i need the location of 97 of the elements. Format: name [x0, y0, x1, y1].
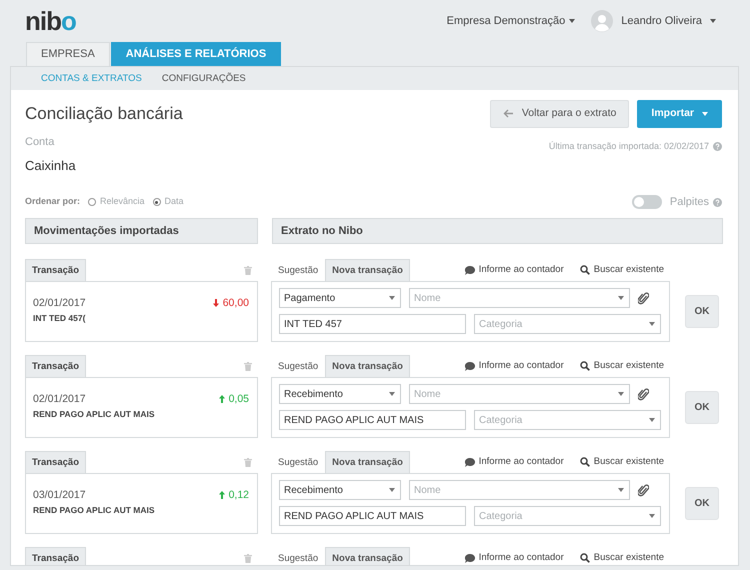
form-tab[interactable]: Nova transação	[325, 259, 410, 282]
toggle-switch[interactable]	[632, 195, 662, 209]
transaction-description: REND PAGO APLIC AUT MAIS	[33, 504, 156, 517]
last-import-text: Última transação importada: 02/02/2017	[548, 140, 709, 153]
account-name: Caixinha	[25, 157, 76, 176]
transaction-date: 02/01/2017	[33, 392, 86, 408]
category-select[interactable]: Categoria	[474, 314, 661, 334]
radio-button[interactable]	[152, 198, 161, 206]
column-header: Movimentações importadas	[25, 218, 258, 244]
radio-label: Data	[164, 195, 184, 208]
category-select[interactable]: Categoria	[474, 410, 661, 430]
transaction-tab[interactable]: Transação	[25, 451, 86, 474]
arrow-left-icon	[502, 109, 514, 118]
transaction-tab[interactable]: Transação	[25, 355, 86, 378]
arrow-up-icon	[218, 491, 225, 500]
search-existing-link[interactable]: Buscar existente	[580, 455, 664, 470]
dropdown-caret-icon	[649, 418, 655, 422]
name-select[interactable]: Nome	[409, 288, 630, 308]
radio-label: Relevância	[100, 195, 145, 208]
transaction-date: 03/01/2017	[33, 488, 86, 504]
dropdown-caret-icon	[389, 392, 395, 396]
form-tab[interactable]: Nova transação	[325, 547, 410, 565]
search-icon	[580, 265, 590, 276]
ok-button[interactable]: OK	[685, 487, 719, 520]
inform-accountant-link[interactable]: Informe ao contador	[464, 359, 564, 374]
dropdown-caret-icon	[618, 488, 624, 492]
speech-bubble-icon	[464, 266, 475, 275]
form-tab[interactable]: Sugestão	[271, 259, 326, 282]
paperclip-icon[interactable]	[638, 483, 649, 498]
name-select[interactable]: Nome	[409, 480, 630, 500]
search-existing-link[interactable]: Buscar existente	[580, 263, 664, 278]
transaction-amount: 0,12	[218, 488, 249, 504]
caret-icon	[710, 19, 716, 23]
dropdown-caret-icon	[618, 392, 624, 396]
nav-tab[interactable]: EMPRESA	[26, 42, 110, 66]
transaction-tab[interactable]: Transação	[25, 259, 86, 282]
arrow-down-icon	[212, 299, 219, 308]
description-field[interactable]: REND PAGO APLIC AUT MAIS	[279, 410, 466, 430]
avatar-icon	[591, 10, 614, 32]
form-tab[interactable]: Sugestão	[271, 355, 326, 378]
form-tab[interactable]: Nova transação	[325, 451, 410, 474]
column-header: Extrato no Nibo	[272, 218, 723, 244]
transaction-description: REND PAGO APLIC AUT MAIS	[33, 408, 156, 421]
trash-icon[interactable]	[244, 458, 252, 468]
logo: nibo	[25, 8, 76, 34]
trash-icon[interactable]	[244, 266, 252, 276]
subnav-link[interactable]: CONFIGURAÇÕES	[162, 67, 246, 90]
form-tab[interactable]: Nova transação	[325, 355, 410, 378]
description-field[interactable]: INT TED 457	[279, 314, 466, 334]
toggle-label: Palpites	[670, 194, 709, 210]
transaction-description: INT TED 457(	[33, 312, 86, 325]
dropdown-caret-icon	[389, 488, 395, 492]
radio-button[interactable]	[88, 198, 96, 206]
category-select[interactable]: Categoria	[474, 506, 661, 526]
type-select[interactable]: Recebimento	[279, 480, 401, 500]
search-icon	[580, 361, 590, 372]
user-menu[interactable]: Leandro Oliveira	[591, 10, 716, 32]
dropdown-caret-icon	[649, 514, 655, 518]
dropdown-caret-icon	[618, 296, 624, 300]
page-title: Conciliação bancária	[25, 103, 183, 126]
ok-button[interactable]: OK	[685, 391, 719, 424]
ok-button[interactable]: OK	[685, 295, 719, 328]
arrow-up-icon	[218, 395, 225, 404]
inform-accountant-link[interactable]: Informe ao contador	[464, 551, 564, 565]
speech-bubble-icon	[464, 458, 475, 467]
dropdown-caret-icon	[649, 322, 655, 326]
form-tab[interactable]: Sugestão	[271, 547, 326, 565]
paperclip-icon[interactable]	[638, 387, 649, 402]
type-select[interactable]: Pagamento	[279, 288, 401, 308]
transaction-tab[interactable]: Transação	[25, 547, 86, 565]
account-label: Conta	[25, 134, 56, 150]
paperclip-icon[interactable]	[638, 291, 649, 306]
name-select[interactable]: Nome	[409, 384, 630, 404]
transaction-date: 02/01/2017	[33, 296, 86, 312]
search-existing-link[interactable]: Buscar existente	[580, 359, 664, 374]
back-button[interactable]: Voltar para o extrato	[490, 100, 630, 128]
form-tab[interactable]: Sugestão	[271, 451, 326, 474]
search-icon	[580, 553, 590, 564]
inform-accountant-link[interactable]: Informe ao contador	[464, 455, 564, 470]
transaction-amount: 60,00	[212, 296, 249, 312]
trash-icon[interactable]	[244, 554, 252, 564]
type-select[interactable]: Recebimento	[279, 384, 401, 404]
sort-label: Ordenar por:	[25, 195, 80, 208]
transaction-amount: 0,05	[218, 392, 249, 408]
speech-bubble-icon	[464, 362, 475, 371]
caret-icon	[702, 112, 708, 116]
inform-accountant-link[interactable]: Informe ao contador	[464, 263, 564, 278]
caret-icon	[569, 19, 576, 23]
help-icon[interactable]	[713, 198, 722, 206]
speech-bubble-icon	[464, 554, 475, 563]
company-menu[interactable]: Empresa Demonstração	[446, 12, 576, 30]
search-existing-link[interactable]: Buscar existente	[580, 551, 664, 565]
search-icon	[580, 457, 590, 468]
dropdown-caret-icon	[389, 296, 395, 300]
help-icon[interactable]	[713, 142, 722, 151]
trash-icon[interactable]	[244, 362, 252, 372]
description-field[interactable]: REND PAGO APLIC AUT MAIS	[279, 506, 466, 526]
